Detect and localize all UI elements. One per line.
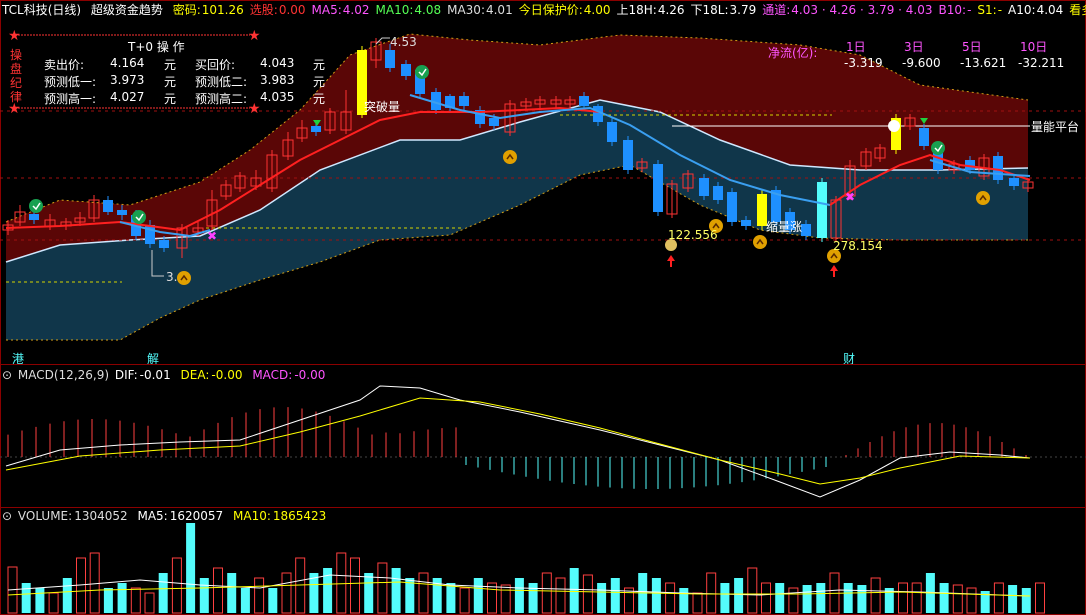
macd-toggle-icon[interactable]: ⊙ [2, 368, 12, 382]
volume-pane[interactable] [0, 507, 1086, 615]
dif-label: DIF: [114, 368, 138, 382]
macd-value: -0.00 [294, 368, 326, 382]
dif-value: -0.01 [139, 368, 171, 382]
volume-header: ⊙ VOLUME: 1304052 MA5: 1620057 MA10: 186542… [2, 509, 332, 523]
dea-label: DEA: [180, 368, 210, 382]
macd-header: ⊙ MACD(12,26,9) DIF: -0.01 DEA: -0.00 MACD… [2, 368, 331, 382]
vol-ma10-value: 1865423 [272, 509, 327, 523]
dif-line [5, 385, 1031, 498]
vol-ma5-label: MA5: [137, 509, 168, 523]
volume-value: 1304052 [74, 509, 128, 523]
dea-value: -0.00 [211, 368, 243, 382]
macd-label: MACD: [252, 368, 293, 382]
volume-toggle-icon[interactable]: ⊙ [2, 509, 12, 523]
vol-ma5-value: 1620057 [169, 509, 224, 523]
volume-name[interactable]: VOLUME: [18, 509, 72, 523]
macd-name[interactable]: MACD(12,26,9) [18, 368, 109, 382]
vol-ma10-label: MA10: [233, 509, 271, 523]
